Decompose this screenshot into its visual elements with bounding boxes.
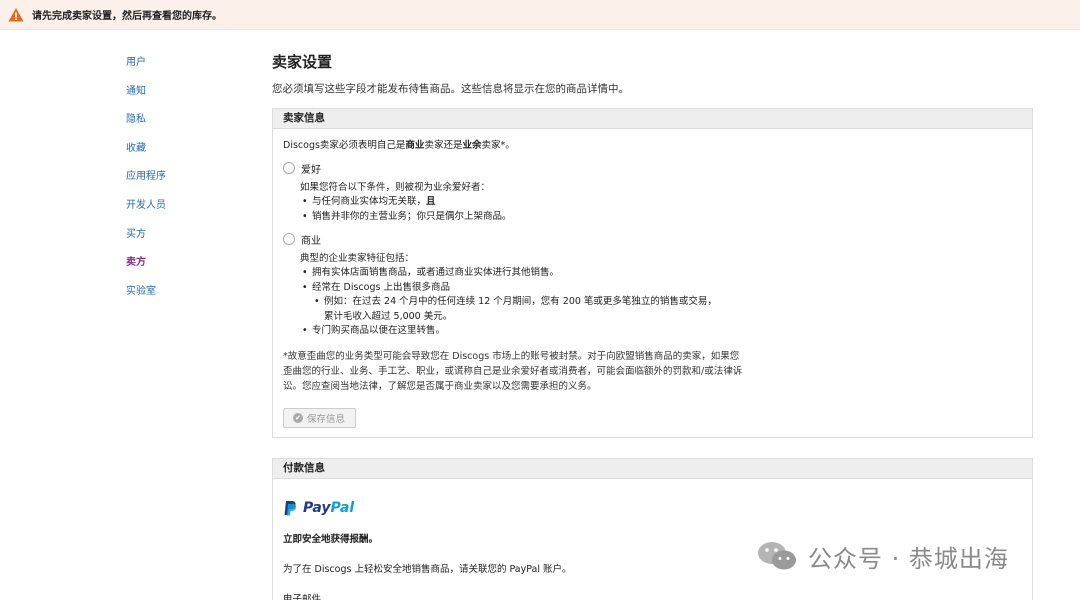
sidebar-item-labs[interactable]: 实验室 (126, 285, 246, 314)
sidebar-item-user[interactable]: 用户 (126, 56, 246, 85)
hobby-radio[interactable] (283, 162, 295, 174)
hobby-label[interactable]: 爱好 (301, 161, 321, 176)
seller-info-heading: 卖家信息 (273, 109, 1032, 129)
hobby-bullet: 销售并非你的主营业务；你只是偶尔上架商品。 (300, 210, 1022, 225)
business-bullet: 专门购买商品以便在这里转售。 (300, 324, 1022, 339)
hobby-option[interactable]: 爱好 (283, 161, 1022, 176)
sidebar-item-seller[interactable]: 卖方 (126, 256, 246, 285)
sidebar-item-collection[interactable]: 收藏 (126, 142, 246, 171)
check-icon: ✔ (293, 412, 303, 423)
seller-info-panel: 卖家信息 Discogs卖家必须表明自己是商业卖家还是业余卖家*。 爱好 如果您… (272, 108, 1033, 438)
business-sub-bullet-cont: 累计毛收入超过 5,000 美元。 (324, 310, 453, 322)
payment-info-panel: 付款信息 PayPal 立即安全地获得报酬。 为了在 Discogs 上轻松安全… (272, 458, 1033, 600)
settings-sidebar: 用户 通知 隐私 收藏 应用程序 开发人员 买方 卖方 实验室 (126, 56, 246, 313)
page-description: 您必须填写这些字段才能发布待售商品。这些信息将显示在您的商品详情中。 (272, 83, 629, 95)
watermark-text: 公众号 · 恭城出海 (808, 544, 1009, 573)
hobby-hint: 如果您符合以下条件，则被视为业余爱好者： 与任何商业实体均无关联，且 销售并非你… (300, 181, 1022, 224)
email-label: 电子邮件 (283, 594, 322, 600)
business-option[interactable]: 商业 (283, 232, 1022, 247)
seller-type-intro: Discogs卖家必须表明自己是商业卖家还是业余卖家*。 (283, 140, 515, 151)
sidebar-item-notifications[interactable]: 通知 (126, 85, 246, 114)
sidebar-item-buyer[interactable]: 买方 (126, 228, 246, 257)
misrepresentation-warning: *故意歪曲您的业务类型可能会导致您在 Discogs 市场上的账号被封禁。对于向… (283, 350, 743, 392)
warning-icon (8, 7, 24, 23)
business-hint: 典型的企业卖家特征包括： 拥有实体店面销售商品，或者通过商业实体进行其他销售。 … (300, 252, 1022, 339)
hobby-bullet: 与任何商业实体均无关联，且 (300, 195, 1022, 210)
sidebar-item-privacy[interactable]: 隐私 (126, 113, 246, 142)
alert-bar: 请先完成卖家设置，然后再查看您的库存。 (0, 0, 1080, 30)
business-label[interactable]: 商业 (301, 232, 321, 247)
save-info-button[interactable]: ✔ 保存信息 (283, 407, 357, 428)
watermark: 公众号 · 恭城出海 (756, 538, 1009, 574)
save-info-label: 保存信息 (307, 413, 346, 425)
business-bullet: 经常在 Discogs 上出售很多商品 (300, 281, 1022, 296)
business-radio[interactable] (283, 233, 295, 245)
sidebar-item-developers[interactable]: 开发人员 (126, 199, 246, 228)
paypal-icon (284, 501, 297, 516)
sidebar-item-applications[interactable]: 应用程序 (126, 170, 246, 199)
page-title: 卖家设置 (272, 53, 333, 71)
alert-text: 请先完成卖家设置，然后再查看您的库存。 (32, 11, 222, 22)
paypal-logo: PayPal (283, 497, 1022, 519)
wechat-icon (758, 542, 796, 570)
business-sub-bullet: 例如：在过去 24 个月中的任何连续 12 个月期间，您有 200 笔或更多笔独… (300, 295, 1022, 310)
business-bullet: 拥有实体店面销售商品，或者通过商业实体进行其他销售。 (300, 266, 1022, 281)
payment-info-heading: 付款信息 (273, 459, 1032, 479)
main-content: 卖家设置 您必须填写这些字段才能发布待售商品。这些信息将显示在您的商品详情中。 … (272, 52, 1033, 600)
